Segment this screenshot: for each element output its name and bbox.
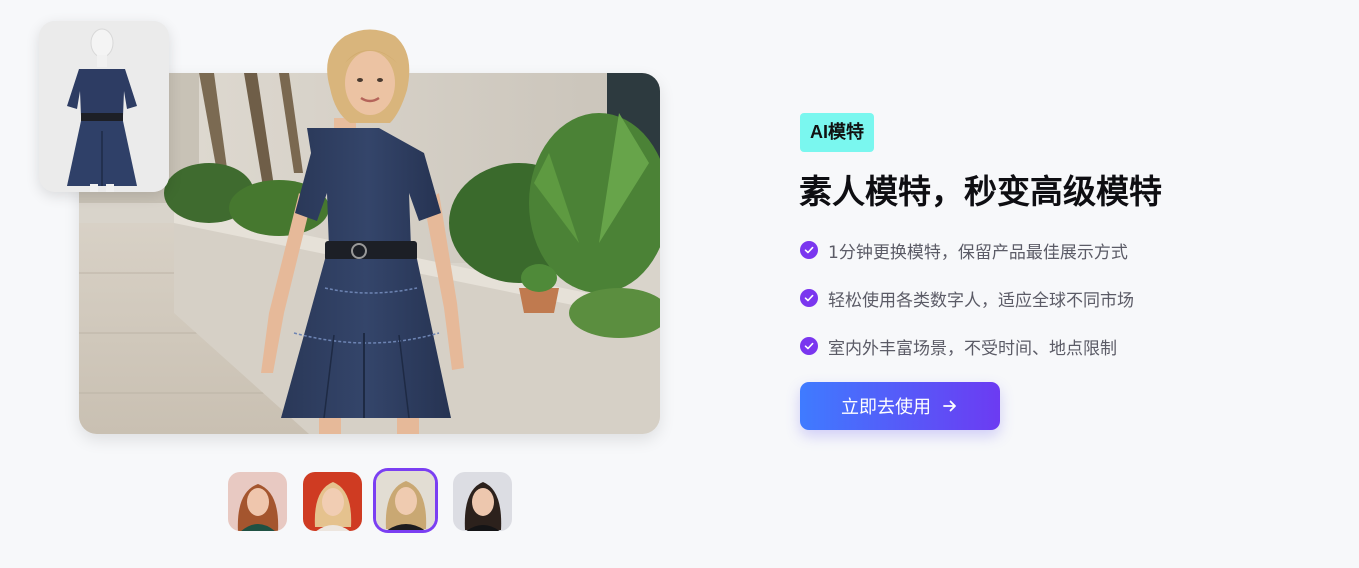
mannequin-original-photo: [39, 21, 169, 192]
feature-text: 1分钟更换模特，保留产品最佳展示方式: [828, 242, 1128, 263]
feature-item-3: 室内外丰富场景，不受时间、地点限制: [800, 322, 1134, 370]
start-using-button[interactable]: 立即去使用: [800, 382, 1000, 430]
model-thumbnail-1[interactable]: [228, 472, 287, 531]
ai-model-showcase: AI模特 素人模特，秒变高级模特 1分钟更换模特，保留产品最佳展示方式 轻松使用…: [0, 0, 1359, 568]
ai-model-badge: AI模特: [800, 113, 874, 152]
start-using-label: 立即去使用: [841, 397, 931, 418]
feature-list: 1分钟更换模特，保留产品最佳展示方式 轻松使用各类数字人，适应全球不同市场 室内…: [800, 226, 1134, 370]
check-circle-icon: [800, 241, 818, 259]
check-circle-icon: [800, 337, 818, 355]
headline: 素人模特，秒变高级模特: [799, 172, 1162, 211]
arrow-right-icon: [941, 397, 959, 415]
model-thumbnail-4[interactable]: [453, 472, 512, 531]
feature-text: 轻松使用各类数字人，适应全球不同市场: [828, 290, 1134, 311]
model-thumbnail-3-selected[interactable]: [376, 471, 435, 530]
model-thumbnail-2[interactable]: [303, 472, 362, 531]
feature-item-1: 1分钟更换模特，保留产品最佳展示方式: [800, 226, 1134, 274]
check-circle-icon: [800, 289, 818, 307]
feature-text: 室内外丰富场景，不受时间、地点限制: [828, 338, 1117, 359]
feature-item-2: 轻松使用各类数字人，适应全球不同市场: [800, 274, 1134, 322]
